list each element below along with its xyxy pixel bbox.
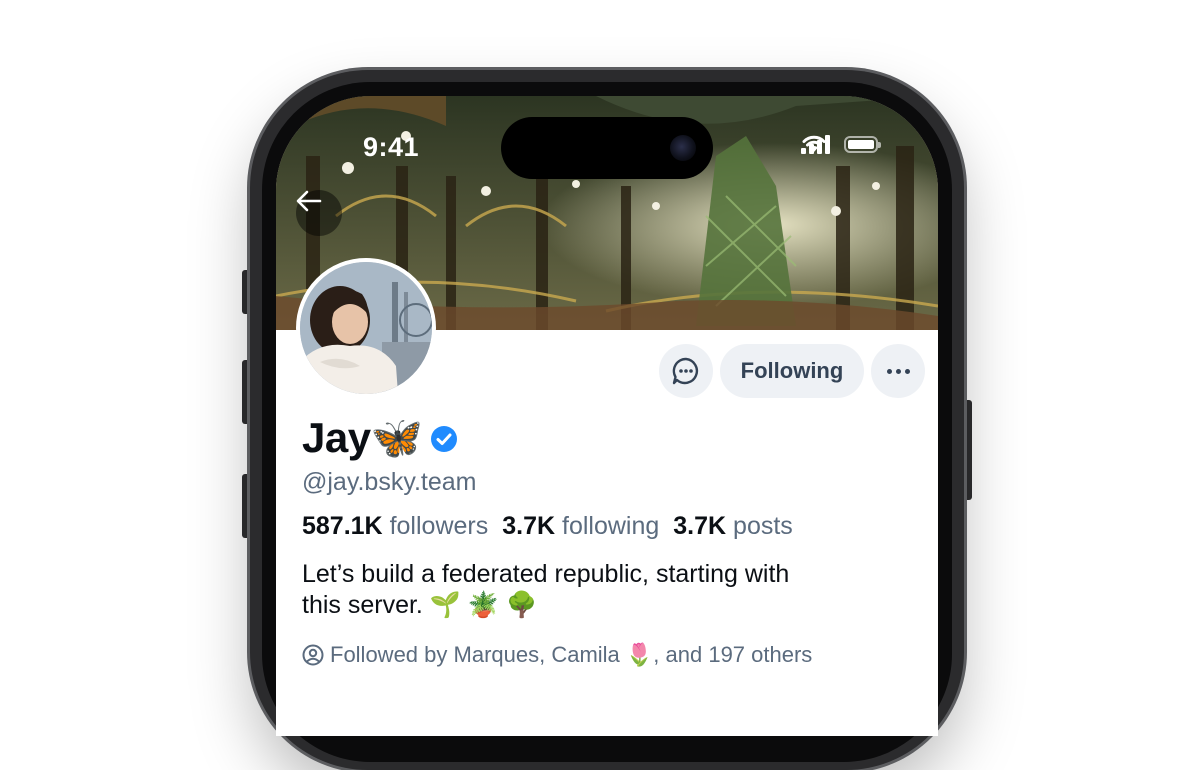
profile-stats: 587.1K followers 3.7K following 3.7K posts [302,512,793,541]
posts-count: 3.7K [673,512,727,540]
battery-icon [844,135,881,153]
posts-label: posts [733,512,793,540]
back-arrow-icon [296,190,322,212]
bio-line: this server. 🌱 🪴 🌳 [302,591,538,619]
status-icons [801,134,881,154]
front-camera [670,135,696,161]
person-circle-icon [302,644,324,666]
message-button[interactable] [659,344,713,398]
bio-line: Let’s build a federated republic, starti… [302,560,790,588]
following-count: 3.7K [502,512,556,540]
following-button[interactable]: Following [720,344,864,398]
bio: Let’s build a federated republic, starti… [302,559,902,621]
following-label: following [562,512,660,540]
more-options-button[interactable] [871,344,925,398]
followers-label: followers [389,512,489,540]
status-time: 9:41 [363,132,420,162]
following-link[interactable]: 3.7K following [502,512,659,540]
followers-link[interactable]: 587.1K followers [302,512,488,540]
volume-down-button-hardware [242,474,250,538]
handle: @jay.bsky.team [302,468,477,496]
followers-count: 587.1K [302,512,383,540]
message-icon [672,357,699,385]
back-button[interactable] [296,190,342,236]
avatar-photo [300,262,432,394]
display-name: Jay🦋 [302,414,423,461]
followed-by-text: Followed by Marques, Camila 🌷, and 197 o… [330,642,813,667]
followed-by-row[interactable]: Followed by Marques, Camila 🌷, and 197 o… [302,642,812,668]
volume-up-button-hardware [242,360,250,424]
power-button-hardware [964,400,972,500]
posts-stat: 3.7K posts [673,512,793,540]
dynamic-island [501,117,713,179]
action-button-hardware [242,270,250,314]
wifi-icon [802,135,826,152]
verified-icon[interactable] [430,425,458,453]
display-name-row: Jay🦋 [302,414,458,463]
phone-screen: 9:41 Following Jay🦋 @jay.bsky.team 587.1… [276,96,938,736]
avatar[interactable] [296,258,436,398]
more-icon [885,368,912,374]
